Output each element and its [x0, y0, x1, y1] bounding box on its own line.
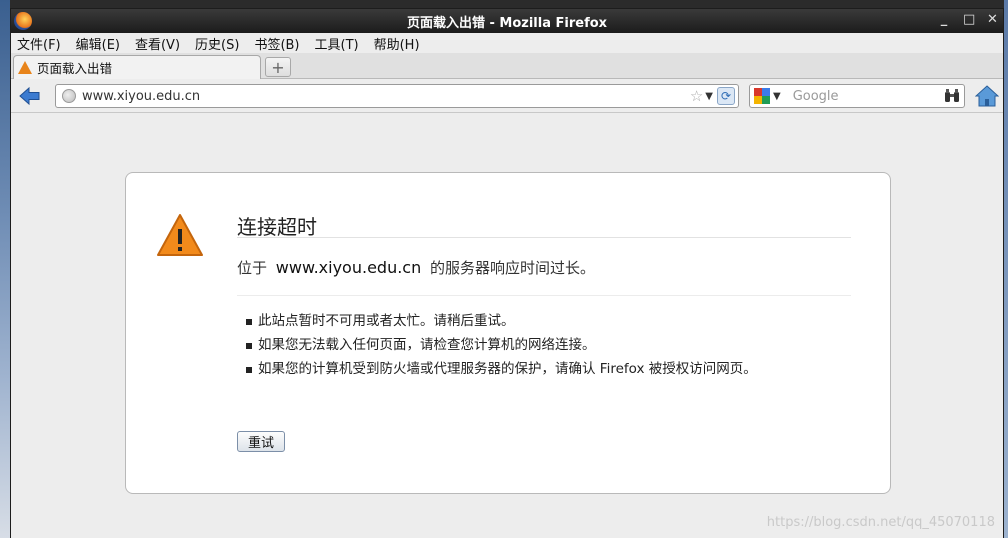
minimize-icon[interactable]: _	[939, 12, 949, 27]
url-text[interactable]: www.xiyou.edu.cn	[82, 89, 690, 104]
menubar: 文件(F) 编辑(E) 查看(V) 历史(S) 书签(B) 工具(T) 帮助(H…	[11, 33, 1003, 53]
desktop-strip-right	[1004, 0, 1008, 538]
bookmark-star-icon[interactable]: ☆	[690, 87, 703, 105]
titlebar: 页面载入出错 - Mozilla Firefox _ □ ✕	[11, 9, 1003, 33]
menu-file[interactable]: 文件(F)	[17, 34, 61, 53]
tab-error-page[interactable]: 页面载入出错	[13, 55, 261, 79]
menu-view[interactable]: 查看(V)	[135, 34, 180, 53]
menu-help[interactable]: 帮助(H)	[374, 34, 420, 53]
divider	[237, 295, 851, 296]
firefox-icon	[14, 12, 32, 30]
error-description: 位于 www.xiyou.edu.cn 的服务器响应时间过长。	[237, 257, 595, 278]
google-engine-icon[interactable]	[754, 88, 770, 104]
history-dropdown-icon[interactable]: ▼	[705, 91, 713, 102]
window-title: 页面载入出错 - Mozilla Firefox	[406, 15, 608, 31]
desktop-strip	[0, 0, 10, 538]
retry-button[interactable]: 重试	[237, 431, 285, 452]
desc-prefix: 位于	[237, 259, 268, 277]
firefox-window: 页面载入出错 - Mozilla Firefox _ □ ✕ 文件(F) 编辑(…	[10, 8, 1004, 538]
list-item: 此站点暂时不可用或者太忙。请稍后重试。	[244, 313, 804, 330]
error-box: 连接超时 位于 www.xiyou.edu.cn 的服务器响应时间过长。 此站点…	[125, 172, 891, 494]
url-bar[interactable]: www.xiyou.edu.cn ☆ ▼ ⟳	[55, 84, 739, 108]
watermark: https://blog.csdn.net/qq_45070118	[766, 515, 995, 530]
desc-suffix: 的服务器响应时间过长。	[430, 259, 596, 277]
page-content: 连接超时 位于 www.xiyou.edu.cn 的服务器响应时间过长。 此站点…	[11, 114, 1003, 538]
home-icon[interactable]	[975, 85, 999, 107]
list-item: 如果您无法载入任何页面，请检查您计算机的网络连接。	[244, 337, 804, 354]
window-controls: _ □ ✕	[939, 12, 998, 27]
search-placeholder: Google	[792, 88, 839, 104]
list-item: 如果您的计算机受到防火墙或代理服务器的保护，请确认 Firefox 被授权访问网…	[244, 361, 784, 378]
menu-bookmarks[interactable]: 书签(B)	[254, 34, 299, 53]
error-title: 连接超时	[237, 215, 317, 239]
tab-label: 页面载入出错	[37, 61, 113, 76]
close-icon[interactable]: ✕	[987, 12, 998, 27]
search-bar[interactable]: ▼ Google	[749, 84, 965, 108]
navigation-bar: www.xiyou.edu.cn ☆ ▼ ⟳ ▼ Google	[11, 79, 1003, 113]
menu-edit[interactable]: 编辑(E)	[76, 34, 120, 53]
menu-history[interactable]: 历史(S)	[195, 34, 239, 53]
engine-dropdown-icon[interactable]: ▼	[773, 91, 781, 102]
back-arrow-icon[interactable]	[19, 85, 41, 107]
warning-triangle-icon	[157, 214, 203, 256]
reload-icon[interactable]: ⟳	[717, 87, 735, 105]
tab-strip: 页面载入出错 +	[11, 53, 1003, 79]
menu-tools[interactable]: 工具(T)	[315, 34, 359, 53]
suggestion-list: 此站点暂时不可用或者太忙。请稍后重试。 如果您无法载入任何页面，请检查您计算机的…	[244, 313, 804, 385]
search-binoculars-icon[interactable]	[944, 89, 960, 103]
new-tab-button[interactable]: +	[265, 57, 291, 77]
maximize-icon[interactable]: □	[963, 12, 975, 27]
error-host: www.xiyou.edu.cn	[275, 258, 422, 277]
globe-icon	[62, 89, 76, 103]
divider	[237, 237, 851, 238]
warning-icon	[18, 61, 32, 74]
